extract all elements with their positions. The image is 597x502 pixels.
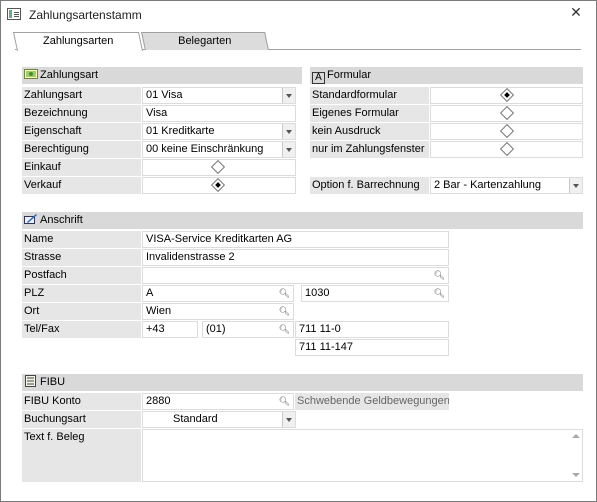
fibu-konto-value: 2880 <box>146 395 171 407</box>
tab-zahlungsarten-label: Zahlungsarten <box>42 35 114 47</box>
search-icon[interactable]: 🔍︎ <box>279 322 290 337</box>
text-beleg-scrollbar[interactable] <box>569 430 582 481</box>
search-icon[interactable]: 🔍︎ <box>279 394 290 409</box>
barrechnung-select[interactable]: 2 Bar - Kartenzahlung <box>430 177 583 194</box>
window-title: Zahlungsartenstamm <box>29 8 142 22</box>
tab-belegarten-label: Belegarten <box>178 35 232 47</box>
scroll-down-icon[interactable] <box>572 473 580 477</box>
label-buchungsart: Buchungsart <box>22 411 141 428</box>
window: Zahlungsartenstamm ✕ Zahlungsarten Beleg… <box>0 0 597 502</box>
eigenes-formular-radio[interactable] <box>499 106 515 121</box>
label-eigenes-formular: Eigenes Formular <box>310 105 429 122</box>
scroll-up-icon[interactable] <box>572 434 580 438</box>
section-anschrift-title: Anschrift <box>40 214 83 226</box>
tel-area-value: (01) <box>206 323 226 335</box>
standardformular-radio[interactable] <box>499 88 515 103</box>
fax-number-input[interactable]: 711 11-147 <box>295 339 449 356</box>
verkauf-checkbox-cell[interactable] <box>142 177 296 194</box>
label-eigenschaft: Eigenschaft <box>22 123 141 140</box>
chevron-down-icon[interactable] <box>282 88 295 103</box>
label-standardformular: Standardformular <box>310 87 429 104</box>
verkauf-checkbox[interactable] <box>210 178 226 193</box>
section-formular: A Formular <box>310 67 583 84</box>
search-icon[interactable]: 🔍︎ <box>434 268 445 283</box>
label-telfax: Tel/Fax <box>22 321 141 338</box>
ort-value: Wien <box>146 305 172 317</box>
tel-area-code-input[interactable]: (01) 🔍︎ <box>202 321 294 338</box>
nur-zahlungsfenster-cell[interactable] <box>430 141 583 158</box>
nur-zahlungsfenster-radio[interactable] <box>499 142 515 157</box>
name-input[interactable]: VISA-Service Kreditkarten AG <box>142 231 449 248</box>
label-fibu-konto: FIBU Konto <box>22 393 141 410</box>
label-plz: PLZ <box>22 285 141 302</box>
label-zahlungsart: Zahlungsart <box>22 87 141 104</box>
address-pen-icon <box>24 214 37 224</box>
strasse-input[interactable]: Invalidenstrasse 2 <box>142 249 449 266</box>
tel-number-input[interactable]: 711 11-0 <box>295 321 449 338</box>
tel-country-code-input[interactable]: +43 <box>142 321 198 338</box>
label-bezeichnung: Bezeichnung <box>22 105 141 122</box>
chevron-down-icon[interactable] <box>282 142 295 157</box>
label-einkauf: Einkauf <box>22 159 141 176</box>
label-strasse: Strasse <box>22 249 141 266</box>
einkauf-checkbox-cell[interactable] <box>142 159 296 176</box>
chevron-down-icon[interactable] <box>282 412 295 427</box>
label-ort: Ort <box>22 303 141 320</box>
eigenschaft-select[interactable]: 01 Kreditkarte <box>142 123 296 140</box>
chevron-down-icon[interactable] <box>569 178 582 193</box>
title-bar: Zahlungsartenstamm ✕ <box>1 1 596 29</box>
plz-code-input[interactable]: 1030 🔍︎ <box>301 285 449 302</box>
label-kein-ausdruck: kein Ausdruck <box>310 123 429 140</box>
label-verkauf: Verkauf <box>22 177 141 194</box>
plz-country-value: A <box>146 287 154 299</box>
plz-country-input[interactable]: A 🔍︎ <box>142 285 294 302</box>
close-button[interactable]: ✕ <box>567 3 585 21</box>
section-anschrift: Anschrift <box>22 212 583 229</box>
eigenschaft-value: 01 Kreditkarte <box>146 125 215 137</box>
postfach-input[interactable]: 🔍︎ <box>142 267 449 284</box>
ort-input[interactable]: Wien 🔍︎ <box>142 303 294 320</box>
label-text-beleg: Text f. Beleg <box>22 429 141 482</box>
label-barrechnung: Option f. Barrechnung <box>310 177 429 194</box>
plz-code-value: 1030 <box>305 287 330 299</box>
section-fibu-title: FIBU <box>40 376 66 388</box>
einkauf-checkbox[interactable] <box>210 160 226 175</box>
tab-belegarten[interactable]: Belegarten <box>141 32 269 50</box>
kein-ausdruck-cell[interactable] <box>430 123 583 140</box>
text-beleg-textarea[interactable] <box>142 429 583 482</box>
berechtigung-select[interactable]: 00 keine Einschränkung <box>142 141 296 158</box>
label-postfach: Postfach <box>22 267 141 284</box>
standardformular-cell[interactable] <box>430 87 583 104</box>
bezeichnung-input[interactable]: Visa <box>142 105 296 122</box>
eigenes-formular-cell[interactable] <box>430 105 583 122</box>
ledger-icon <box>25 375 36 387</box>
label-berechtigung: Berechtigung <box>22 141 141 158</box>
search-icon[interactable]: 🔍︎ <box>279 286 290 301</box>
section-zahlungsart: Zahlungsart <box>22 67 302 84</box>
kein-ausdruck-radio[interactable] <box>499 124 515 139</box>
window-icon <box>7 8 21 20</box>
form-letter-icon: A <box>312 72 325 84</box>
zahlungsart-value: 01 Visa <box>146 89 183 101</box>
fibu-konto-input[interactable]: 2880 🔍︎ <box>142 393 294 410</box>
berechtigung-value: 00 keine Einschränkung <box>146 143 264 155</box>
barrechnung-value: 2 Bar - Kartenzahlung <box>434 179 542 191</box>
section-zahlungsart-title: Zahlungsart <box>40 69 99 81</box>
buchungsart-value: Standard <box>173 413 218 425</box>
zahlungsart-select[interactable]: 01 Visa <box>142 87 296 104</box>
section-formular-title: Formular <box>327 69 372 81</box>
label-name: Name <box>22 231 141 248</box>
search-icon[interactable]: 🔍︎ <box>434 286 445 301</box>
payment-card-icon <box>24 69 38 79</box>
buchungsart-select[interactable]: Standard <box>142 411 296 428</box>
section-fibu: FIBU <box>22 374 583 391</box>
tab-zahlungsarten[interactable]: Zahlungsarten <box>12 32 144 51</box>
search-icon[interactable]: 🔍︎ <box>279 304 290 319</box>
chevron-down-icon[interactable] <box>282 124 295 139</box>
fibu-konto-description: Schwebende Geldbewegungen <box>295 393 449 410</box>
label-nur-zahlungsfenster: nur im Zahlungsfenster <box>310 141 429 158</box>
tab-bar: Zahlungsarten Belegarten <box>12 32 581 52</box>
